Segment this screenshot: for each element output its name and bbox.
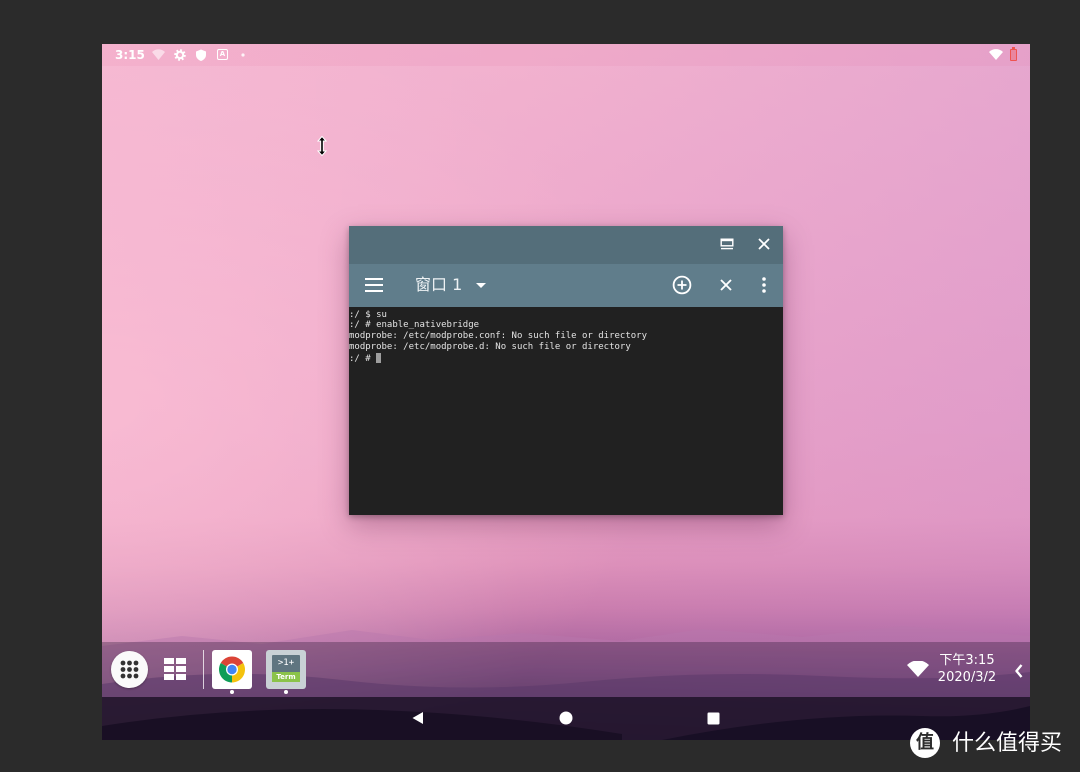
wifi-icon [989, 49, 1003, 60]
a-box-icon: A [217, 49, 228, 60]
terminal-icon-prompt: >1+ [277, 658, 295, 668]
close-icon [758, 238, 770, 250]
recents-icon [707, 712, 719, 724]
resize-vertical-cursor-icon [317, 136, 327, 156]
window-tab-selector[interactable]: 窗口 1 [407, 270, 497, 300]
terminal-icon-label: Term [272, 672, 300, 682]
grid-icon [164, 658, 186, 680]
dot-icon [241, 53, 245, 57]
terminal-emulator-icon: >1+ Term [272, 655, 300, 682]
status-time: 3:15 [115, 48, 145, 62]
terminal-window[interactable]: 窗口 1:/ $ su:/ # enable_nativebridge mo… [349, 226, 783, 515]
back-icon [412, 712, 423, 724]
close-icon [720, 279, 732, 291]
home-icon [559, 711, 573, 725]
terminal-prompt: :/ # [349, 353, 377, 364]
window-tab-label: 窗口 1 [415, 275, 463, 294]
back-button[interactable] [403, 703, 433, 733]
gear-icon [174, 49, 186, 61]
more-vert-icon [762, 277, 766, 293]
caret-down-icon [476, 283, 486, 288]
terminal-line: modprobe: /etc/modprobe.d: No such file … [349, 341, 631, 352]
app-drawer-icon [120, 660, 139, 679]
add-circle-icon [672, 275, 692, 295]
terminal-line: :/ $ su [349, 309, 387, 320]
terminal-cursor [376, 352, 382, 363]
terminal-line: modprobe: /etc/modprobe.conf: No such fi… [349, 331, 648, 342]
running-indicator [230, 690, 234, 694]
terminal-toolbar: 窗口 1 [349, 264, 783, 307]
shield-icon [196, 49, 206, 61]
terminal-prompt-line: :/ # [349, 352, 647, 364]
taskbar-divider [203, 650, 204, 689]
chrome-app-button[interactable] [212, 650, 252, 689]
watermark-logo: 值 [910, 728, 940, 758]
terminal-line: :/ # enable_nativebridge [349, 320, 480, 331]
terminal-emulator-app-button[interactable]: >1+ Term [266, 650, 306, 689]
tray-time: 下午3:15 [939, 653, 995, 668]
home-button[interactable] [551, 703, 581, 733]
taskbar: >1+ Term 下午3:15 2020/3/2 [102, 642, 1030, 697]
app-drawer-button[interactable] [111, 651, 148, 688]
close-tab-button[interactable] [711, 270, 741, 300]
overflow-menu-button[interactable] [749, 270, 779, 300]
watermark-text: 什么值得买 [952, 731, 1063, 756]
terminal-output[interactable]: :/ $ su :/ # enable_nativebridge modprob… [349, 307, 783, 515]
recents-button[interactable] [698, 703, 728, 733]
running-indicator [284, 690, 288, 694]
system-tray[interactable]: 下午3:15 2020/3/2 [902, 642, 1030, 697]
tray-date: 2020/3/2 [937, 670, 997, 685]
chrome-icon [218, 656, 246, 683]
window-title-bar[interactable] [349, 226, 783, 264]
new-window-button[interactable] [667, 270, 697, 300]
navigation-bar [102, 697, 1030, 740]
android-screen: 3:15 A 窗口 1:/ $ su:/ # enable_nativebr… [102, 44, 1030, 740]
close-window-button[interactable] [749, 229, 779, 259]
status-bar[interactable]: 3:15 A [102, 44, 1030, 66]
maximize-icon [720, 238, 734, 250]
wifi-signal-icon [152, 49, 165, 60]
menu-button[interactable] [359, 270, 389, 300]
battery-icon [1010, 47, 1017, 61]
chevron-left-icon [1015, 664, 1023, 678]
hamburger-menu-icon [365, 278, 383, 292]
dashboard-button[interactable] [164, 658, 186, 680]
maximize-button[interactable] [712, 229, 742, 259]
